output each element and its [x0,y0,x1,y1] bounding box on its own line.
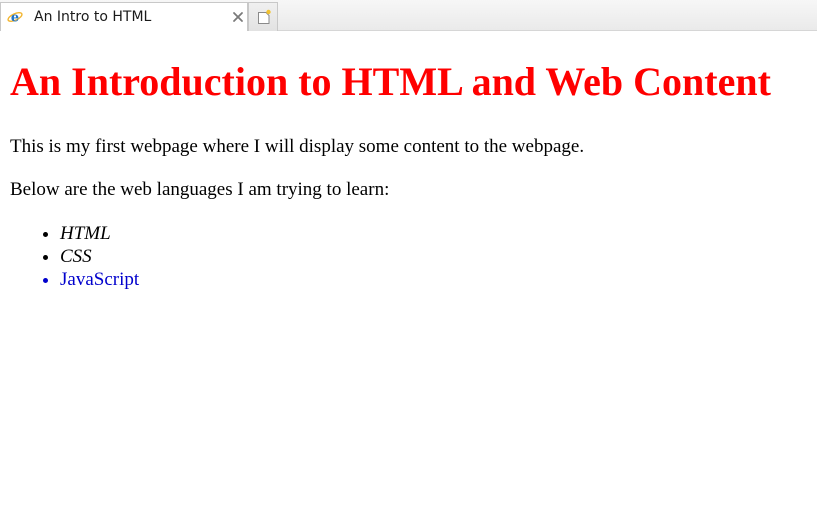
tab-title: An Intro to HTML [34,9,152,25]
new-tab-icon [258,9,271,24]
internet-explorer-icon: e [7,11,23,26]
list-item-css: CSS [60,245,810,268]
javascript-link[interactable]: JavaScript [60,269,139,290]
svg-text:e: e [11,11,19,26]
page-content: An Introduction to HTML and Web Content … [10,31,810,291]
list-intro-paragraph: Below are the web languages I am trying … [10,179,390,200]
new-tab-button[interactable] [248,2,278,31]
browser-tab-bar: e An Intro to HTML [0,0,817,31]
language-label: CSS [60,246,92,267]
list-item-javascript[interactable]: JavaScript [60,268,810,291]
page-title: An Introduction to HTML and Web Content [10,59,771,104]
list-item-html: HTML [60,222,810,245]
close-icon[interactable] [231,10,245,24]
browser-tab-active[interactable]: e An Intro to HTML [0,2,248,31]
language-label: HTML [60,223,111,244]
intro-paragraph: This is my first webpage where I will di… [10,136,585,157]
languages-list: HTML CSS JavaScript [10,222,810,291]
